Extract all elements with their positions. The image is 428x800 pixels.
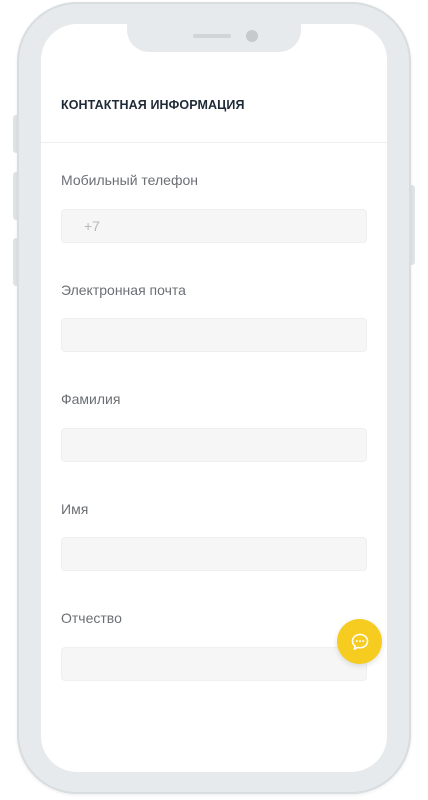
email-input[interactable] — [61, 318, 367, 352]
last-name-label: Фамилия — [61, 391, 121, 407]
last-name-input[interactable] — [61, 428, 367, 462]
first-name-label: Имя — [61, 501, 89, 517]
chat-button[interactable] — [337, 619, 382, 664]
phone-screen: КОНТАКТНАЯ ИНФОРМАЦИЯ Мобильный телефон … — [41, 24, 387, 772]
middle-name-label: Отчество — [61, 610, 122, 626]
middle-name-input[interactable] — [61, 647, 367, 681]
phone-label: Мобильный телефон — [61, 172, 198, 188]
chat-bubble-icon — [351, 633, 368, 650]
section-header: КОНТАКТНАЯ ИНФОРМАЦИЯ — [41, 24, 387, 143]
first-name-input[interactable] — [61, 537, 367, 571]
email-label: Электронная почта — [61, 282, 186, 298]
phone-mockup: КОНТАКТНАЯ ИНФОРМАЦИЯ Мобильный телефон … — [0, 0, 428, 800]
phone-input[interactable] — [61, 209, 367, 243]
section-title: КОНТАКТНАЯ ИНФОРМАЦИЯ — [61, 98, 245, 112]
